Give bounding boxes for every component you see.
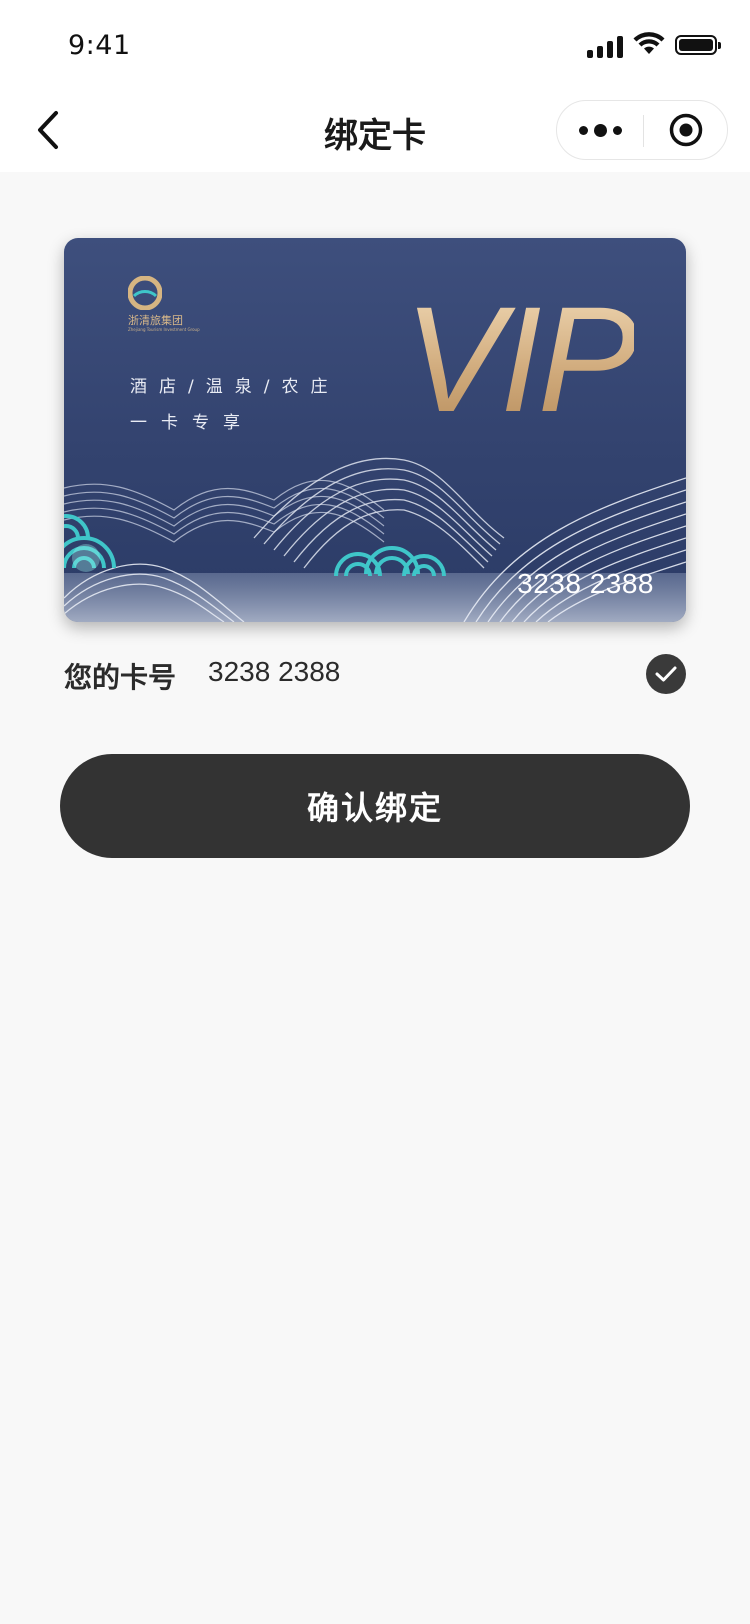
card-number-label: 您的卡号 [64, 661, 177, 694]
target-circle-icon [669, 113, 703, 147]
confirm-bind-button[interactable]: 确认绑定 [60, 754, 690, 858]
wifi-icon [633, 32, 665, 54]
battery-icon [675, 35, 721, 55]
card-slogan-line1: 酒店/温泉/农庄 [130, 377, 340, 397]
nav-bar: 绑定卡 [0, 90, 750, 172]
vip-card-image: 浙清旅集团 Zhejiang Tourism Investment Group … [64, 238, 686, 622]
more-dots-icon [576, 123, 625, 137]
more-button[interactable] [557, 101, 643, 159]
brand-logo-text: 浙清旅集团 [128, 314, 183, 327]
status-bar: 9:41 [0, 0, 750, 90]
selected-checkbox[interactable] [646, 654, 686, 694]
signal-icon [587, 34, 625, 58]
brand-logo-subtext: Zhejiang Tourism Investment Group [128, 327, 200, 332]
mini-program-capsule [556, 100, 728, 160]
card-number-row[interactable]: 您的卡号 3238 2388 [64, 652, 686, 698]
status-time: 9:41 [68, 30, 131, 61]
vip-badge-text: VIP [404, 275, 638, 443]
card-number-value: 3238 2388 [208, 656, 341, 687]
card-number-on-card: 3238 2388 [517, 568, 654, 599]
close-button[interactable] [644, 101, 728, 159]
card-slogan-line2: 一卡专享 [130, 413, 254, 433]
check-circle-icon [655, 666, 677, 682]
brand-logo-icon [128, 276, 162, 310]
